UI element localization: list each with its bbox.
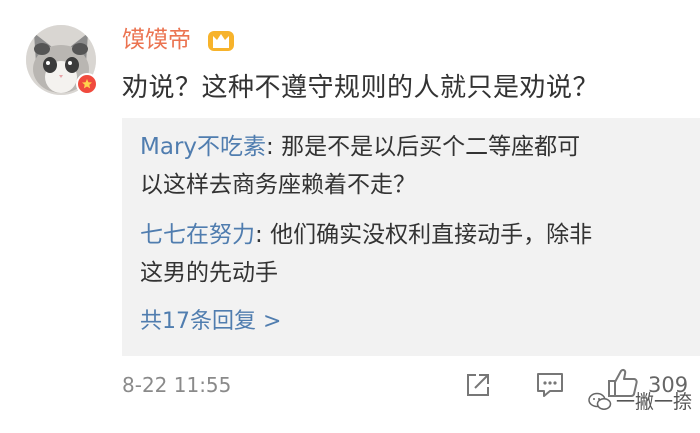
post-text: 劝说？这种不遵守规则的人就只是劝说？	[122, 73, 600, 103]
reply-colon: :	[255, 222, 271, 248]
more-replies-link[interactable]: 共17条回复 >	[140, 304, 281, 340]
share-icon[interactable]	[465, 372, 491, 402]
crown-icon	[206, 27, 236, 57]
watermark-text: 一撇一捺	[616, 391, 693, 413]
watermark: 一撇一捺	[588, 389, 692, 415]
post-timestamp: 8-22 11:55	[122, 373, 232, 397]
reply-box: Mary不吃素: 那是不是以后买个二等座都可 以这样去商务座赖着不走？ 七七在努…	[122, 118, 700, 356]
reply-item: 七七在努力: 他们确实没权利直接动手，除非 这男的先动手	[140, 216, 680, 292]
reply-text: 他们确实没权利直接动手，除非	[270, 222, 593, 248]
reply-text: 那是不是以后买个二等座都可	[281, 134, 581, 160]
reply-text-line2: 以这样去商务座赖着不走？	[140, 172, 416, 198]
wechat-icon	[588, 392, 612, 410]
reply-colon: :	[266, 134, 282, 160]
reply-author[interactable]: 七七在努力	[140, 222, 255, 248]
reply-author[interactable]: Mary不吃素	[140, 134, 266, 160]
username[interactable]: 馍馍帝	[122, 24, 191, 56]
comment-icon[interactable]	[536, 372, 564, 402]
reply-item: Mary不吃素: 那是不是以后买个二等座都可 以这样去商务座赖着不走？	[140, 128, 680, 204]
reply-text-line2: 这男的先动手	[140, 260, 278, 286]
verified-badge-icon	[76, 73, 98, 95]
